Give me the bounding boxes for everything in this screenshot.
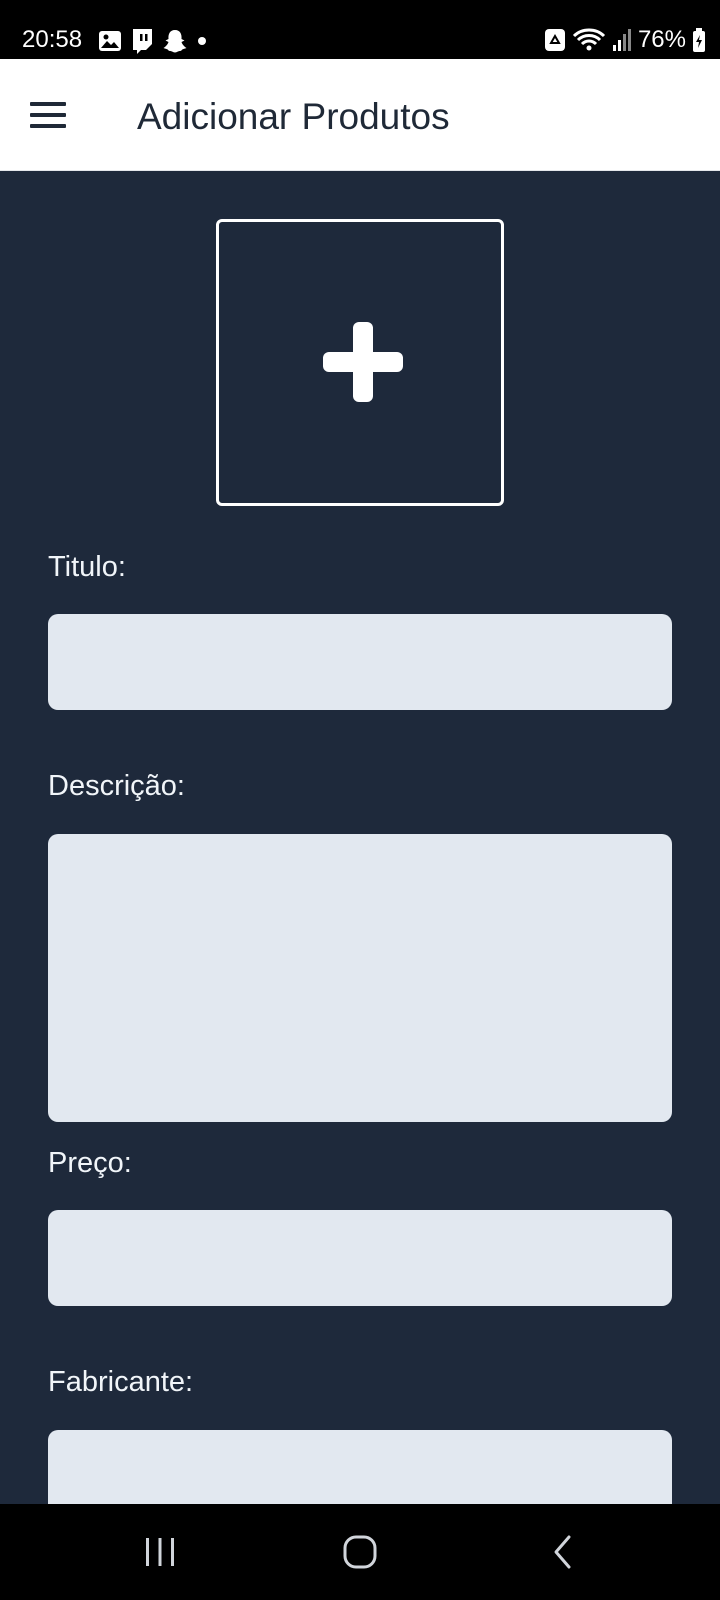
plus-icon — [323, 322, 403, 402]
menu-line — [30, 124, 66, 128]
twitch-icon — [133, 29, 152, 54]
system-navigation-bar — [0, 1504, 720, 1600]
app-bar: Adicionar Produtos — [0, 59, 720, 171]
status-time: 20:58 — [22, 26, 83, 53]
hamburger-menu-icon[interactable] — [30, 95, 74, 135]
back-icon — [554, 1535, 571, 1569]
fabricante-label: Fabricante: — [48, 1366, 194, 1398]
descricao-input[interactable] — [48, 834, 672, 1122]
status-right: 76% — [544, 26, 706, 54]
recent-apps-icon — [146, 1538, 174, 1566]
signal-icon — [612, 29, 631, 51]
gallery-icon — [99, 31, 121, 51]
menu-line — [30, 102, 66, 106]
descricao-label: Descrição: — [48, 770, 185, 802]
home-icon — [343, 1535, 377, 1569]
recycle-icon — [544, 29, 565, 51]
status-bar: 20:58 76% — [0, 0, 720, 59]
notification-icons — [98, 28, 208, 54]
wifi-icon — [572, 28, 606, 51]
fabricante-input[interactable] — [48, 1430, 672, 1504]
battery-icon — [693, 28, 705, 52]
battery-percentage: 76% — [637, 26, 686, 53]
preco-input[interactable] — [48, 1210, 672, 1306]
add-product-form: Titulo: Descrição: Preço: Fabricante: — [0, 171, 720, 1504]
menu-line — [30, 113, 66, 117]
snapchat-icon — [163, 30, 187, 53]
recent-apps-button[interactable] — [100, 1504, 220, 1600]
preco-label: Preço: — [48, 1147, 132, 1179]
titulo-input[interactable] — [48, 614, 672, 710]
page-title: Adicionar Produtos — [137, 96, 450, 137]
dot-icon — [198, 37, 206, 45]
home-button[interactable] — [300, 1504, 420, 1600]
back-button[interactable] — [503, 1504, 623, 1600]
titulo-label: Titulo: — [48, 551, 126, 583]
image-picker-button[interactable] — [216, 219, 504, 506]
